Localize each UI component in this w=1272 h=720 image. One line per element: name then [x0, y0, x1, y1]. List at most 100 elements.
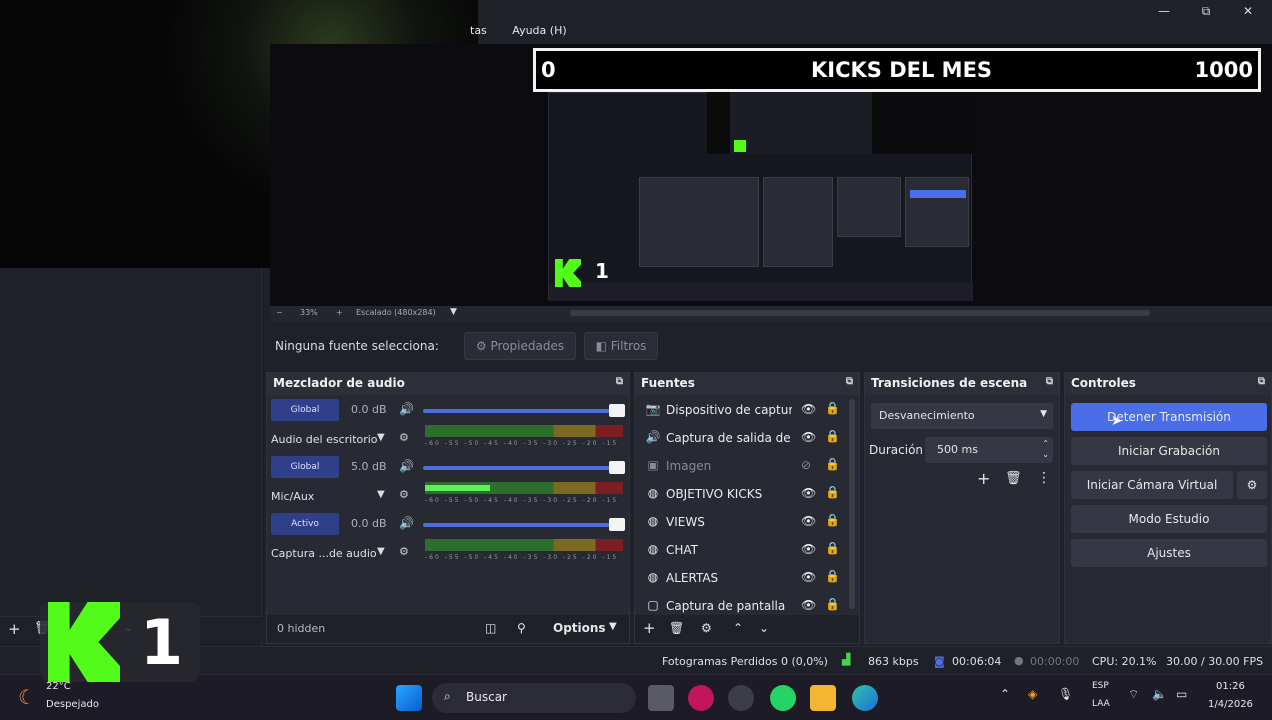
channel-mode-button[interactable]: Activo — [271, 513, 339, 535]
zoom-in-button[interactable]: + — [336, 308, 343, 317]
zoom-level: 33% — [300, 308, 318, 317]
menu-item-help[interactable]: Ayuda (H) — [512, 24, 566, 37]
language-secondary[interactable]: LAA — [1092, 699, 1110, 709]
eye-icon[interactable]: 👁 — [801, 598, 816, 612]
volume-slider-handle[interactable] — [609, 461, 625, 474]
volume-icon[interactable]: 🔊 — [399, 459, 414, 473]
chevron-down-icon[interactable]: ▼ — [377, 546, 385, 557]
monitor-icon[interactable]: ⚙ — [399, 431, 409, 444]
chevron-down-icon[interactable]: ▼ — [377, 432, 385, 443]
volume-icon[interactable]: 🔊 — [399, 516, 414, 530]
source-item[interactable]: ◍ VIEWS 👁 🔒 — [641, 509, 841, 537]
options-dropdown-icon[interactable]: ▼ — [609, 621, 617, 632]
microphone-icon[interactable]: 🎙 — [1058, 687, 1073, 701]
clock-time[interactable]: 01:26 — [1216, 681, 1245, 692]
more-icon[interactable]: ⋮ — [1037, 470, 1051, 486]
transition-select[interactable]: Desvanecimiento ▼ — [871, 403, 1053, 429]
menu-item-tools[interactable]: tas — [470, 24, 487, 37]
filters-button[interactable]: ◧ Filtros — [584, 332, 658, 360]
popout-icon[interactable]: ⧉ — [1258, 376, 1265, 387]
maximize-button[interactable]: ⧉ — [1190, 2, 1222, 20]
preview-horizontal-scrollbar[interactable] — [570, 310, 1150, 316]
gear-icon[interactable]: ⚙ — [701, 621, 712, 635]
task-view-icon[interactable] — [648, 685, 674, 711]
taskbar-search[interactable]: ⌕ Buscar — [432, 683, 636, 713]
popout-icon[interactable]: ⧉ — [616, 376, 623, 387]
add-transition-icon[interactable]: + — [977, 469, 990, 488]
options-button[interactable]: Options — [553, 621, 606, 635]
scale-dropdown-icon[interactable]: ▼ — [450, 307, 457, 317]
source-item[interactable]: ◍ CHAT 👁 🔒 — [641, 537, 841, 565]
start-virtual-camera-button[interactable]: Iniciar Cámara Virtual — [1071, 471, 1233, 499]
volume-slider[interactable] — [423, 461, 625, 474]
source-item[interactable]: ◍ ALERTAS 👁 🔒 — [641, 565, 841, 593]
source-item[interactable]: ◍ OBJETIVO KICKS 👁 🔒 — [641, 481, 841, 509]
tray-app-icon[interactable]: ◈ — [1028, 687, 1037, 701]
lock-icon[interactable]: 🔒 — [825, 457, 840, 471]
trash-icon[interactable]: 🗑 — [1005, 471, 1022, 486]
add-source-icon[interactable]: + — [643, 619, 656, 637]
studio-mode-button[interactable]: Modo Estudio — [1071, 505, 1267, 533]
file-explorer-icon[interactable] — [810, 685, 836, 711]
lock-icon[interactable]: 🔒 — [825, 541, 840, 555]
lock-icon[interactable]: 🔒 — [825, 429, 840, 443]
lock-icon[interactable]: 🔒 — [825, 401, 840, 415]
volume-icon[interactable]: 🔈 — [1152, 687, 1167, 701]
popout-icon[interactable]: ⧉ — [846, 376, 853, 387]
zoom-out-button[interactable]: − — [276, 308, 283, 317]
volume-icon[interactable]: 🔊 — [399, 402, 414, 416]
minimize-button[interactable]: — — [1148, 2, 1180, 20]
battery-icon[interactable]: ▭ — [1176, 687, 1187, 701]
channel-mode-button[interactable]: Global — [271, 399, 339, 421]
trash-icon[interactable]: 🗑 — [669, 621, 684, 635]
lock-icon[interactable]: 🔒 — [825, 485, 840, 499]
edge-icon[interactable] — [852, 685, 878, 711]
chevron-down-icon[interactable]: ▼ — [377, 489, 385, 500]
whatsapp-icon[interactable] — [770, 685, 796, 711]
close-button[interactable]: ✕ — [1232, 2, 1264, 20]
channel-mode-button[interactable]: Global — [271, 456, 339, 478]
move-down-icon[interactable]: ⌄ — [759, 621, 769, 635]
layout-icon[interactable]: ◫ — [485, 621, 496, 635]
lock-icon[interactable]: 🔒 — [825, 513, 840, 527]
language-primary[interactable]: ESP — [1092, 681, 1109, 691]
wifi-icon[interactable]: ⌔ — [1128, 687, 1139, 702]
popout-icon[interactable]: ⧉ — [1046, 376, 1053, 387]
eye-icon[interactable]: 👁 — [801, 486, 816, 500]
windows-start-icon[interactable] — [396, 685, 422, 711]
volume-slider[interactable] — [423, 404, 625, 417]
settings-button[interactable]: Ajustes — [1071, 539, 1267, 567]
eye-icon[interactable]: 👁 — [801, 514, 816, 528]
source-item[interactable]: 🔊 Captura de salida de au 👁 🔒 — [641, 425, 841, 453]
stop-stream-button[interactable]: Detener Transmisión — [1071, 403, 1267, 431]
start-recording-button[interactable]: Iniciar Grabación — [1071, 437, 1267, 465]
virtual-camera-settings-icon[interactable]: ⚙ — [1237, 471, 1267, 499]
volume-slider-handle[interactable] — [609, 518, 625, 531]
lock-icon[interactable]: 🔒 — [825, 597, 840, 611]
volume-slider[interactable] — [423, 518, 625, 531]
eye-icon[interactable]: 👁 — [801, 542, 816, 556]
weather-icon[interactable]: ☾ — [18, 685, 36, 709]
monitor-icon[interactable]: ⚙ — [399, 545, 409, 558]
lock-icon[interactable]: 🔒 — [825, 569, 840, 583]
obs-icon[interactable] — [728, 685, 754, 711]
audio-mixer-dock: Mezclador de audio ⧉ Global 0.0 dB 🔊 Audio … — [266, 372, 630, 644]
properties-button[interactable]: ⚙ Propiedades — [464, 332, 576, 360]
volume-slider-handle[interactable] — [609, 404, 625, 417]
stepper-icon[interactable]: ⌃ ⌄ — [1042, 438, 1049, 460]
sources-scrollbar[interactable] — [849, 399, 855, 609]
eye-icon[interactable]: 👁 — [801, 402, 816, 416]
duration-input[interactable]: 500 ms ⌃ ⌄ — [925, 437, 1053, 463]
move-up-icon[interactable]: ⌃ — [733, 621, 743, 635]
clock-date[interactable]: 1/4/2026 — [1208, 699, 1253, 710]
source-item[interactable]: 📷 Dispositivo de captura 👁 🔒 — [641, 397, 841, 425]
add-scene-icon[interactable]: + — [8, 620, 21, 638]
eye-icon[interactable]: 👁 — [801, 430, 816, 444]
opera-icon[interactable] — [688, 685, 714, 711]
tray-chevron-icon[interactable]: ⌃ — [1000, 687, 1010, 701]
monitor-icon[interactable]: ⚙ — [399, 488, 409, 501]
source-item[interactable]: ▣ Imagen ⊘ 🔒 — [641, 453, 841, 481]
eye-icon[interactable]: 👁 — [801, 570, 816, 584]
eye-hidden-icon[interactable]: ⊘ — [801, 458, 811, 472]
advanced-audio-icon[interactable]: ⚲ — [517, 621, 526, 635]
